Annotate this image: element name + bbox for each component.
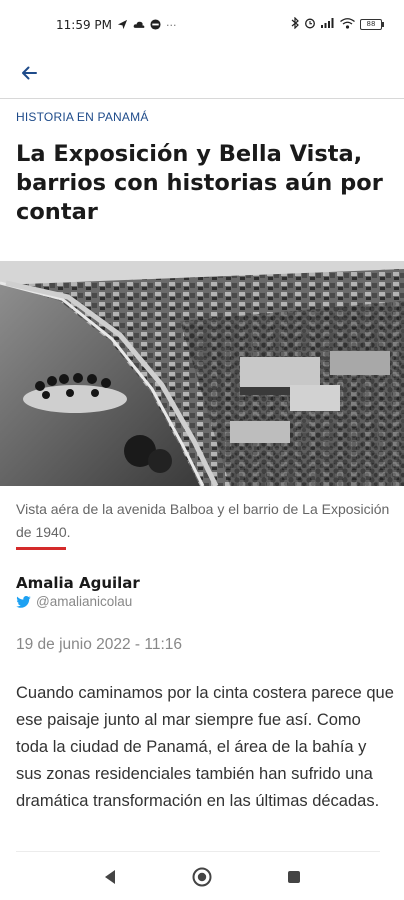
nav-home-button[interactable] xyxy=(191,866,213,888)
accent-divider xyxy=(16,547,66,550)
article-body: Cuando caminamos por la cinta costera pa… xyxy=(16,684,394,810)
nav-recents-button[interactable] xyxy=(283,866,305,888)
recents-square-icon xyxy=(288,871,300,883)
section-kicker[interactable]: HISTORIA EN PANAMÁ xyxy=(16,110,149,124)
back-triangle-icon xyxy=(105,870,115,884)
twitter-handle: @amalianicolau xyxy=(36,594,133,609)
aerial-city-photo xyxy=(0,261,404,486)
bluetooth-icon xyxy=(291,16,299,31)
home-circle-icon xyxy=(192,867,212,887)
battery-icon: 88 xyxy=(360,18,384,30)
status-right-group: 88 xyxy=(291,16,384,31)
photo-caption: Vista aéra de la avenida Balboa y el bar… xyxy=(16,501,390,540)
app-top-bar xyxy=(0,52,404,99)
more-dots-icon: ··· xyxy=(166,18,177,32)
article-photo[interactable] xyxy=(0,261,404,486)
app-notification-icon xyxy=(150,18,161,32)
alarm-icon xyxy=(304,17,316,31)
status-time: 11:59 PM xyxy=(56,18,112,32)
navigation-icon xyxy=(117,19,128,32)
publish-date: 19 de junio 2022 - 11:16 xyxy=(16,636,183,653)
signal-icon xyxy=(321,18,335,30)
status-left-group: 11:59 PM ··· xyxy=(56,18,177,32)
back-button[interactable] xyxy=(14,58,44,88)
article-headline: La Exposición y Bella Vista, barrios con… xyxy=(16,141,383,225)
system-navigation-bar xyxy=(0,852,404,900)
wifi-icon xyxy=(340,17,355,31)
status-bar: 11:59 PM ··· 88 xyxy=(0,0,404,52)
author-name[interactable]: Amalia Aguilar xyxy=(16,574,140,592)
cloud-icon xyxy=(133,20,145,31)
nav-back-button[interactable] xyxy=(99,866,121,888)
author-twitter-link[interactable]: @amalianicolau xyxy=(16,594,132,609)
twitter-bird-icon xyxy=(16,595,31,608)
arrow-left-icon xyxy=(22,66,37,80)
